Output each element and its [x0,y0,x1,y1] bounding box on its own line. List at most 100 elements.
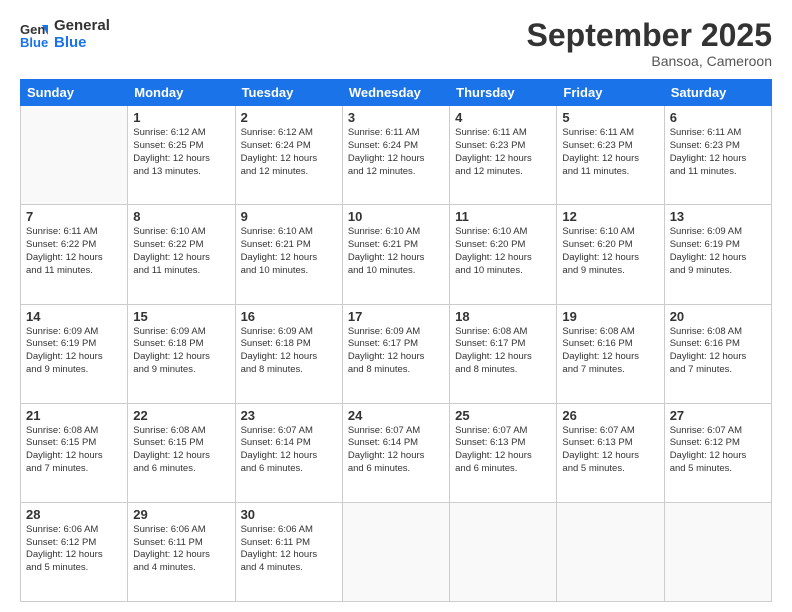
cell-sun-info: Sunrise: 6:07 AM Sunset: 6:12 PM Dayligh… [670,425,766,476]
calendar-cell [450,502,557,601]
calendar-cell: 7Sunrise: 6:11 AM Sunset: 6:22 PM Daylig… [21,205,128,304]
calendar-cell: 2 Sunrise: 6:12 AM Sunset: 6:24 PM Daylig… [235,106,342,205]
week-row-5: 28 Sunrise: 6:06 AM Sunset: 6:12 PM Dayli… [21,502,772,601]
cell-sun-info: Sunrise: 6:10 AM Sunset: 6:21 PM Dayligh… [348,226,444,277]
cell-sun-info: Sunrise: 6:10 AM Sunset: 6:20 PM Dayligh… [562,226,658,277]
calendar-cell: 11Sunrise: 6:10 AM Sunset: 6:20 PM Dayli… [450,205,557,304]
calendar-cell: 13 Sunrise: 6:09 AM Sunset: 6:19 PM Dayli… [664,205,771,304]
day-number: 23 [241,408,337,423]
week-row-1: 1 Sunrise: 6:12 AM Sunset: 6:25 PM Daylig… [21,106,772,205]
cell-sun-info: Sunrise: 6:12 AM Sunset: 6:24 PM Dayligh… [241,127,337,178]
day-number: 28 [26,507,122,522]
week-row-4: 21 Sunrise: 6:08 AM Sunset: 6:15 PM Dayli… [21,403,772,502]
day-number: 2 [241,110,337,125]
calendar-cell: 15 Sunrise: 6:09 AM Sunset: 6:18 PM Dayli… [128,304,235,403]
cell-sun-info: Sunrise: 6:06 AM Sunset: 6:11 PM Dayligh… [241,524,337,575]
calendar-cell: 3 Sunrise: 6:11 AM Sunset: 6:24 PM Daylig… [342,106,449,205]
calendar-header-row: SundayMondayTuesdayWednesdayThursdayFrid… [21,80,772,106]
day-number: 18 [455,309,551,324]
day-number: 20 [670,309,766,324]
day-number: 15 [133,309,229,324]
logo-general: General [54,18,110,35]
calendar-cell: 29 Sunrise: 6:06 AM Sunset: 6:11 PM Dayli… [128,502,235,601]
logo: General Blue General Blue [20,18,110,51]
day-number: 24 [348,408,444,423]
cell-sun-info: Sunrise: 6:08 AM Sunset: 6:15 PM Dayligh… [26,425,122,476]
week-row-3: 14Sunrise: 6:09 AM Sunset: 6:19 PM Dayli… [21,304,772,403]
cell-sun-info: Sunrise: 6:09 AM Sunset: 6:18 PM Dayligh… [133,326,229,377]
calendar-cell: 19 Sunrise: 6:08 AM Sunset: 6:16 PM Dayli… [557,304,664,403]
calendar-cell: 22 Sunrise: 6:08 AM Sunset: 6:15 PM Dayli… [128,403,235,502]
day-number: 19 [562,309,658,324]
calendar-cell [664,502,771,601]
logo-icon: General Blue [20,21,48,49]
day-number: 3 [348,110,444,125]
day-number: 6 [670,110,766,125]
cell-sun-info: Sunrise: 6:08 AM Sunset: 6:16 PM Dayligh… [562,326,658,377]
cell-sun-info: Sunrise: 6:07 AM Sunset: 6:13 PM Dayligh… [562,425,658,476]
day-number: 16 [241,309,337,324]
calendar-cell: 8Sunrise: 6:10 AM Sunset: 6:22 PM Daylig… [128,205,235,304]
day-number: 4 [455,110,551,125]
cell-sun-info: Sunrise: 6:08 AM Sunset: 6:15 PM Dayligh… [133,425,229,476]
calendar-cell: 24 Sunrise: 6:07 AM Sunset: 6:14 PM Dayli… [342,403,449,502]
calendar-cell: 28 Sunrise: 6:06 AM Sunset: 6:12 PM Dayli… [21,502,128,601]
calendar-cell: 30 Sunrise: 6:06 AM Sunset: 6:11 PM Dayli… [235,502,342,601]
day-number: 1 [133,110,229,125]
day-number: 30 [241,507,337,522]
calendar-cell: 27Sunrise: 6:07 AM Sunset: 6:12 PM Dayli… [664,403,771,502]
page: General Blue General Blue September 2025… [0,0,792,612]
cell-sun-info: Sunrise: 6:11 AM Sunset: 6:24 PM Dayligh… [348,127,444,178]
calendar-cell: 5Sunrise: 6:11 AM Sunset: 6:23 PM Daylig… [557,106,664,205]
calendar-cell [557,502,664,601]
cell-sun-info: Sunrise: 6:08 AM Sunset: 6:16 PM Dayligh… [670,326,766,377]
calendar-cell: 14Sunrise: 6:09 AM Sunset: 6:19 PM Dayli… [21,304,128,403]
col-header-wednesday: Wednesday [342,80,449,106]
cell-sun-info: Sunrise: 6:11 AM Sunset: 6:23 PM Dayligh… [455,127,551,178]
calendar-cell [342,502,449,601]
month-title: September 2025 [527,18,772,53]
cell-sun-info: Sunrise: 6:06 AM Sunset: 6:11 PM Dayligh… [133,524,229,575]
day-number: 21 [26,408,122,423]
col-header-friday: Friday [557,80,664,106]
cell-sun-info: Sunrise: 6:09 AM Sunset: 6:19 PM Dayligh… [670,226,766,277]
calendar-cell: 10 Sunrise: 6:10 AM Sunset: 6:21 PM Dayli… [342,205,449,304]
cell-sun-info: Sunrise: 6:08 AM Sunset: 6:17 PM Dayligh… [455,326,551,377]
calendar-cell: 18 Sunrise: 6:08 AM Sunset: 6:17 PM Dayli… [450,304,557,403]
calendar-cell: 9 Sunrise: 6:10 AM Sunset: 6:21 PM Daylig… [235,205,342,304]
calendar-cell: 6 Sunrise: 6:11 AM Sunset: 6:23 PM Daylig… [664,106,771,205]
day-number: 26 [562,408,658,423]
day-number: 11 [455,209,551,224]
cell-sun-info: Sunrise: 6:09 AM Sunset: 6:18 PM Dayligh… [241,326,337,377]
calendar-cell: 1 Sunrise: 6:12 AM Sunset: 6:25 PM Daylig… [128,106,235,205]
calendar-cell: 16 Sunrise: 6:09 AM Sunset: 6:18 PM Dayli… [235,304,342,403]
logo-blue: Blue [54,35,110,52]
day-number: 10 [348,209,444,224]
day-number: 9 [241,209,337,224]
day-number: 29 [133,507,229,522]
cell-sun-info: Sunrise: 6:12 AM Sunset: 6:25 PM Dayligh… [133,127,229,178]
cell-sun-info: Sunrise: 6:06 AM Sunset: 6:12 PM Dayligh… [26,524,122,575]
col-header-saturday: Saturday [664,80,771,106]
col-header-sunday: Sunday [21,80,128,106]
day-number: 12 [562,209,658,224]
calendar-cell: 26 Sunrise: 6:07 AM Sunset: 6:13 PM Dayli… [557,403,664,502]
subtitle: Bansoa, Cameroon [527,53,772,69]
day-number: 8 [133,209,229,224]
day-number: 14 [26,309,122,324]
svg-text:Blue: Blue [20,35,48,49]
calendar-cell: 12 Sunrise: 6:10 AM Sunset: 6:20 PM Dayli… [557,205,664,304]
calendar-cell: 17Sunrise: 6:09 AM Sunset: 6:17 PM Dayli… [342,304,449,403]
calendar-cell: 20 Sunrise: 6:08 AM Sunset: 6:16 PM Dayli… [664,304,771,403]
day-number: 13 [670,209,766,224]
cell-sun-info: Sunrise: 6:11 AM Sunset: 6:23 PM Dayligh… [670,127,766,178]
cell-sun-info: Sunrise: 6:07 AM Sunset: 6:13 PM Dayligh… [455,425,551,476]
day-number: 17 [348,309,444,324]
col-header-thursday: Thursday [450,80,557,106]
cell-sun-info: Sunrise: 6:10 AM Sunset: 6:21 PM Dayligh… [241,226,337,277]
calendar-cell: 4 Sunrise: 6:11 AM Sunset: 6:23 PM Daylig… [450,106,557,205]
day-number: 22 [133,408,229,423]
calendar-cell [21,106,128,205]
cell-sun-info: Sunrise: 6:07 AM Sunset: 6:14 PM Dayligh… [348,425,444,476]
day-number: 7 [26,209,122,224]
